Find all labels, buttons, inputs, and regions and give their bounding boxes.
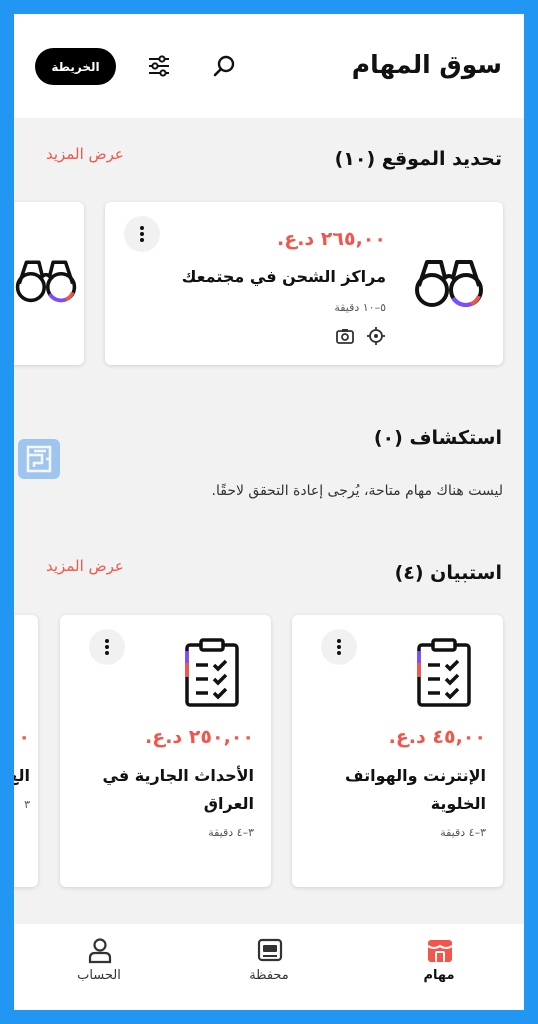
task-price: ٢٥٠,٠٠ د.ع.: [145, 726, 254, 748]
survey-see-more-link[interactable]: عرض المزيد: [46, 557, 124, 575]
more-options-icon[interactable]: [321, 629, 357, 665]
nav-tab-account[interactable]: الحساب: [44, 924, 154, 1010]
task-duration: ٣–٤ دقيقة: [208, 826, 254, 839]
task-duration: ٣: [24, 798, 30, 811]
task-price: ٠: [18, 726, 30, 748]
app-screen: سوق المهام الخريطة تحديد الموقع (١٠) عرض…: [14, 14, 524, 1010]
nav-tab-tasks[interactable]: مهام: [384, 924, 494, 1010]
clipboard-checklist-icon: [415, 637, 473, 713]
bottom-navigation: مهام محفظة الحساب: [14, 924, 524, 1010]
survey-section-title: استبيان (٤): [394, 562, 502, 584]
task-title: الع: [14, 766, 30, 785]
nav-tab-wallet[interactable]: محفظة: [214, 924, 324, 1010]
user-icon: [86, 936, 114, 964]
location-task-card-partial[interactable]: [14, 202, 84, 365]
more-options-icon[interactable]: [89, 629, 125, 665]
location-target-icon: [366, 326, 386, 350]
explore-section-title: استكشاف (٠): [373, 427, 502, 449]
nav-tab-label: الحساب: [77, 968, 121, 983]
task-title: مراكز الشحن في مجتمعك: [181, 267, 386, 286]
store-icon: [426, 936, 454, 964]
task-price: ٤٥,٠٠ د.ع.: [388, 726, 486, 748]
location-task-card[interactable]: ٢٦٥,٠٠ د.ع. مراكز الشحن في مجتمعك ٥–١٠ د…: [105, 202, 503, 365]
search-icon[interactable]: [210, 51, 240, 81]
task-title: الأحداث الجارية في العراق: [102, 766, 255, 813]
survey-task-card-partial[interactable]: ٠ الع ٣: [14, 615, 38, 887]
location-section-title: تحديد الموقع (١٠): [334, 148, 502, 170]
page-title: سوق المهام: [351, 50, 502, 79]
task-title: الإنترنت والهواتف الخلوية: [345, 766, 486, 813]
camera-icon: [335, 326, 355, 350]
survey-task-card[interactable]: ٢٥٠,٠٠ د.ع. الأحداث الجارية في العراق ٣–…: [60, 615, 271, 887]
nav-tab-label: محفظة: [249, 968, 289, 983]
more-options-icon[interactable]: [124, 216, 160, 252]
survey-task-card[interactable]: ٤٥,٠٠ د.ع. الإنترنت والهواتف الخلوية ٣–٤…: [292, 615, 503, 887]
empty-state-message: ليست هناك مهام متاحة، يُرجى إعادة التحقق…: [211, 483, 503, 499]
task-price: ٢٦٥,٠٠ د.ع.: [277, 228, 386, 250]
explore-app-icon: [18, 439, 60, 479]
binoculars-icon: [14, 252, 78, 312]
location-see-more-link[interactable]: عرض المزيد: [46, 145, 124, 163]
wallet-icon: [256, 936, 284, 964]
binoculars-icon: [413, 252, 485, 316]
top-bar: سوق المهام الخريطة: [14, 14, 524, 118]
clipboard-checklist-icon: [183, 637, 241, 713]
filter-icon[interactable]: [144, 51, 174, 81]
task-duration: ٣–٤ دقيقة: [440, 826, 486, 839]
task-duration: ٥–١٠ دقيقة: [334, 301, 386, 314]
map-button[interactable]: الخريطة: [35, 48, 116, 85]
nav-tab-label: مهام: [423, 968, 455, 983]
